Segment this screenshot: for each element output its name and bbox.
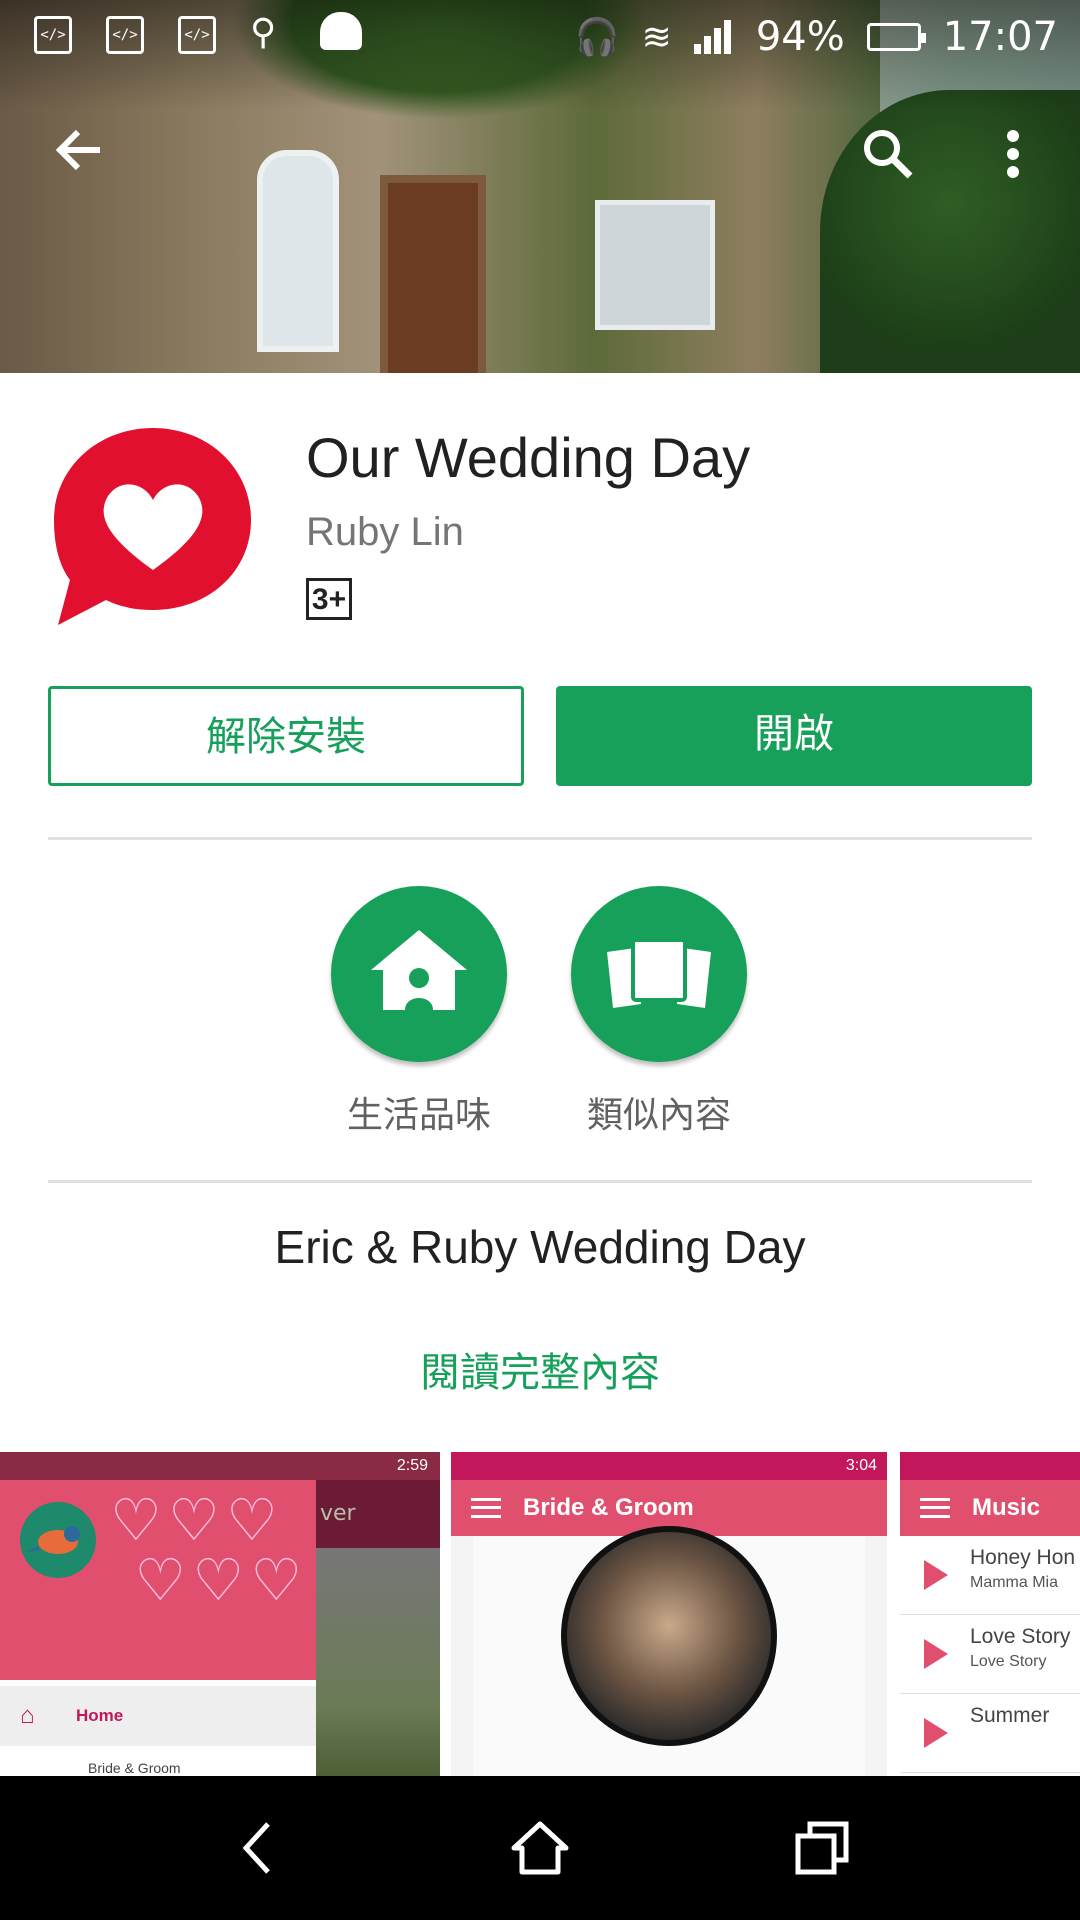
song-title: Love Story bbox=[970, 1625, 1071, 1648]
developer-link[interactable]: Ruby Lin bbox=[306, 510, 464, 555]
bird-avatar-icon bbox=[20, 1502, 96, 1578]
play-icon bbox=[924, 1560, 948, 1590]
usb-icon: ⚲ bbox=[250, 12, 277, 53]
song-subtitle: Mamma Mia bbox=[970, 1574, 1059, 1591]
song-title: Summer bbox=[970, 1704, 1050, 1727]
screenshot-1[interactable]: 2:59 ver ♡♡♡ ♡♡♡ ⌂ Home Bride & Groom bbox=[0, 1452, 440, 1776]
battery-percent: 94% bbox=[755, 14, 845, 60]
developer-icon: </> bbox=[34, 16, 72, 54]
screenshot-toolbar-title: Music bbox=[972, 1494, 1041, 1521]
background-photo bbox=[316, 1548, 440, 1776]
drawer-header: ♡♡♡ ♡♡♡ bbox=[0, 1480, 316, 1680]
window bbox=[595, 200, 715, 330]
screenshot-status-time: 3:04 bbox=[451, 1452, 887, 1480]
content-rating-badge[interactable]: 3+ bbox=[306, 578, 352, 620]
headphones-icon: 🎧 bbox=[574, 17, 620, 58]
drawer-item-home: ⌂ Home bbox=[0, 1686, 316, 1746]
song-item: Summer bbox=[900, 1694, 1080, 1773]
clock: 17:07 bbox=[942, 14, 1058, 60]
short-description: Eric & Ruby Wedding Day bbox=[274, 1221, 806, 1273]
screenshot-toolbar-title: Bride & Groom bbox=[523, 1494, 694, 1521]
divider bbox=[48, 1180, 1032, 1183]
drawer-item-label: Bride & Groom bbox=[88, 1760, 181, 1776]
screenshot-status-bar bbox=[900, 1452, 1080, 1480]
search-icon[interactable] bbox=[858, 124, 918, 184]
read-more-link[interactable]: 閱讀完整內容 bbox=[0, 1340, 1080, 1398]
hamburger-icon bbox=[920, 1498, 950, 1518]
screenshot-3[interactable]: Music Honey Hon Mamma Mia Love Story Lov… bbox=[900, 1452, 1080, 1776]
play-icon bbox=[924, 1639, 948, 1669]
category-label: 生活品味 bbox=[346, 1095, 491, 1136]
recents-icon[interactable] bbox=[790, 1816, 854, 1880]
screenshot-toolbar-title: ver bbox=[316, 1480, 440, 1548]
arched-window bbox=[257, 150, 339, 352]
category-label: 類似內容 bbox=[586, 1095, 731, 1136]
play-icon bbox=[924, 1718, 948, 1748]
screenshot-toolbar: Music bbox=[900, 1480, 1080, 1536]
screenshot-2[interactable]: 3:04 Bride & Groom bbox=[451, 1452, 887, 1776]
battery-icon bbox=[866, 23, 926, 51]
developer-icon: </> bbox=[106, 16, 144, 54]
status-bar: </> </> </> ⚲ 🎧 ≋ 94% 17:07 bbox=[0, 0, 1080, 76]
nav-drawer: ♡♡♡ ♡♡♡ ⌂ Home Bride & Groom bbox=[0, 1480, 316, 1776]
song-title: Honey Hon bbox=[970, 1546, 1076, 1569]
back-icon[interactable] bbox=[226, 1816, 290, 1880]
wooden-door bbox=[380, 175, 486, 373]
developer-icon: </> bbox=[178, 16, 216, 54]
android-icon bbox=[320, 12, 362, 50]
song-item: Love Story Love Story bbox=[900, 1615, 1080, 1694]
screenshot-carousel[interactable]: 2:59 ver ♡♡♡ ♡♡♡ ⌂ Home Bride & Groom 3:… bbox=[0, 1452, 1080, 1776]
similar-cards-icon bbox=[571, 886, 747, 1062]
app-title: Our Wedding Day bbox=[306, 426, 751, 489]
home-outline-icon: ⌂ bbox=[20, 1702, 35, 1729]
home-icon[interactable] bbox=[508, 1816, 572, 1880]
hamburger-icon bbox=[471, 1498, 501, 1518]
more-options-icon[interactable] bbox=[998, 124, 1028, 184]
house-icon bbox=[331, 886, 507, 1062]
groom-photo bbox=[561, 1526, 777, 1746]
profile-card bbox=[473, 1526, 865, 1776]
hearts-decoration: ♡♡♡ ♡♡♡ bbox=[110, 1486, 309, 1614]
song-subtitle: Love Story bbox=[970, 1653, 1047, 1670]
wifi-icon: ≋ bbox=[641, 16, 672, 58]
screenshot-status-time: 2:59 bbox=[0, 1452, 440, 1480]
open-button[interactable]: 開啟 bbox=[556, 686, 1032, 786]
drawer-item-label: Home bbox=[76, 1706, 124, 1725]
system-nav-bar bbox=[0, 1776, 1080, 1920]
category-badge-lifestyle[interactable]: 生活品味 bbox=[331, 886, 507, 1138]
back-arrow-icon[interactable] bbox=[50, 120, 110, 180]
divider bbox=[48, 837, 1032, 840]
uninstall-button[interactable]: 解除安裝 bbox=[48, 686, 524, 786]
song-item: Honey Hon Mamma Mia bbox=[900, 1536, 1080, 1615]
signal-icon bbox=[693, 20, 734, 54]
category-badge-similar[interactable]: 類似內容 bbox=[571, 886, 747, 1138]
app-icon bbox=[48, 420, 258, 630]
